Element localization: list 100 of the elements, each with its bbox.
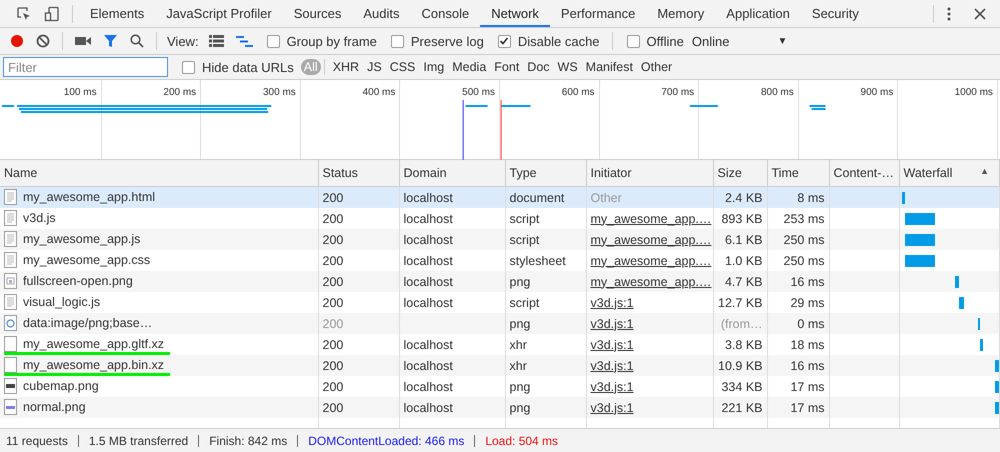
column-header[interactable]: Content-… xyxy=(829,160,899,186)
column-header[interactable]: Name xyxy=(0,160,318,186)
type-filter[interactable]: Other xyxy=(638,59,676,75)
option-checkbox[interactable]: Preserve log xyxy=(390,34,484,48)
table-cell: 4.7 KB xyxy=(713,271,767,292)
table-cell: png xyxy=(505,397,586,418)
column-header[interactable]: Waterfall ▲ xyxy=(899,160,1000,186)
panel-tab[interactable]: Audits xyxy=(352,0,411,27)
column-header[interactable]: Size xyxy=(713,160,767,186)
request-row[interactable]: my_awesome_app.html 200 localhost document Other 2.4 KB 8 ms xyxy=(0,186,1000,208)
panel-tab[interactable]: Security xyxy=(800,0,870,27)
type-filter[interactable]: XHR xyxy=(330,59,362,75)
initiator-link[interactable]: v3d.js:1 xyxy=(590,296,634,310)
time-tick: 600 ms xyxy=(562,87,595,98)
table-cell: png xyxy=(505,313,586,334)
table-cell: 200 xyxy=(318,271,399,292)
close-icon[interactable] xyxy=(974,8,986,20)
document-icon xyxy=(4,210,17,226)
checkmark-icon xyxy=(499,36,510,46)
panel-tab[interactable]: JavaScript Profiler xyxy=(155,0,283,27)
waterfall-bar xyxy=(995,381,998,393)
column-header[interactable]: Type xyxy=(505,160,586,186)
document-icon xyxy=(4,252,17,268)
panel-tab[interactable]: Elements xyxy=(79,0,156,27)
table-cell: localhost xyxy=(404,274,453,288)
request-row[interactable]: normal.png 200 localhost png v3d.js:1 221 KB 17 ms xyxy=(0,397,1000,418)
device-icon[interactable] xyxy=(44,6,60,22)
initiator-link[interactable]: my_awesome_app.… xyxy=(590,254,712,268)
inspect-icon[interactable] xyxy=(16,6,32,22)
panel-tab[interactable]: Application xyxy=(715,0,801,27)
filter-icon[interactable] xyxy=(103,34,118,48)
throttling-dropdown[interactable]: Online ▼ xyxy=(692,34,788,48)
panel-tab[interactable]: Memory xyxy=(646,0,716,27)
request-row[interactable]: fullscreen-open.png 200 localhost png my_awesome_app.… 4.7 KB 16 ms xyxy=(0,271,1000,292)
table-cell: 16 ms xyxy=(767,355,829,376)
type-filter[interactable]: WS xyxy=(554,59,581,75)
offline-checkbox[interactable]: Offline xyxy=(626,34,684,48)
type-filter[interactable]: Doc xyxy=(524,59,553,75)
type-filter[interactable]: Img xyxy=(420,59,448,75)
option-checkbox[interactable]: Group by frame xyxy=(266,34,377,48)
table-cell: 200 xyxy=(318,229,399,250)
panel-tab[interactable]: Console xyxy=(410,0,480,27)
type-filter[interactable]: Font xyxy=(491,59,522,75)
blank-file-icon xyxy=(4,336,17,352)
type-filter[interactable]: Manifest xyxy=(582,59,636,75)
table-cell: localhost xyxy=(404,338,453,352)
table-cell: 250 ms xyxy=(767,229,829,250)
panel-tab[interactable]: Network xyxy=(480,0,550,27)
column-header[interactable]: Time xyxy=(767,160,829,186)
time-tick: 700 ms xyxy=(661,87,694,98)
table-cell: 10.9 KB xyxy=(713,355,767,376)
request-row[interactable]: my_awesome_app.bin.xz 200 localhost xhr v3d.js:1 10.9 KB 16 ms xyxy=(0,355,1000,376)
table-cell: 200 xyxy=(318,313,399,334)
waterfall-bar xyxy=(995,360,998,372)
waterfall-view-icon[interactable] xyxy=(236,36,253,46)
request-row[interactable]: my_awesome_app.js 200 localhost script my_awesome_app.… 6.1 KB 250 ms xyxy=(0,229,1000,250)
table-cell: 221 KB xyxy=(713,397,767,418)
request-row[interactable]: data:image/png;base… 200 png v3d.js:1 (from… 0 ms xyxy=(0,313,1000,334)
waterfall-bar xyxy=(905,255,936,267)
file-name: fullscreen-open.png xyxy=(23,273,133,289)
filter-field[interactable]: Filter xyxy=(3,57,168,77)
column-header[interactable]: Status xyxy=(318,160,399,186)
table-cell: 6.1 KB xyxy=(713,229,767,250)
column-header[interactable]: Initiator xyxy=(586,160,713,186)
option-checkbox[interactable]: Disable cache xyxy=(498,34,600,48)
time-tick: 200 ms xyxy=(163,87,196,98)
document-icon xyxy=(4,189,17,205)
table-cell: 200 xyxy=(318,397,399,418)
list-view-icon[interactable] xyxy=(208,35,224,47)
search-icon[interactable] xyxy=(130,34,144,48)
summary-text: Load: 504 ms xyxy=(485,434,558,448)
record-icon[interactable] xyxy=(10,34,24,48)
type-filter[interactable]: Media xyxy=(449,59,490,75)
table-cell: localhost xyxy=(404,254,453,268)
waterfall-bar xyxy=(995,402,998,414)
view-label: View: xyxy=(167,34,199,48)
image-file-icon xyxy=(4,273,17,289)
panel-tab[interactable]: Sources xyxy=(282,0,352,27)
table-cell: localhost xyxy=(404,380,453,394)
table-cell: (from… xyxy=(713,313,767,334)
clear-icon[interactable] xyxy=(36,34,50,48)
initiator-link[interactable]: v3d.js:1 xyxy=(590,338,634,352)
column-header[interactable]: Domain xyxy=(399,160,505,186)
type-filter[interactable]: JS xyxy=(364,59,385,75)
type-filter[interactable]: CSS xyxy=(386,59,418,75)
more-icon[interactable] xyxy=(946,6,952,22)
summary-text: Finish: 842 ms xyxy=(209,434,288,448)
swatch-thumbnail-icon xyxy=(4,399,17,415)
panel-tab[interactable]: Performance xyxy=(550,0,646,27)
document-icon xyxy=(4,294,17,310)
time-tick: 500 ms xyxy=(462,87,495,98)
file-name: my_awesome_app.html xyxy=(23,189,156,205)
hide-data-urls-checkbox[interactable]: Hide data URLs xyxy=(182,60,294,74)
initiator-link[interactable]: my_awesome_app.… xyxy=(590,212,712,226)
table-cell: localhost xyxy=(404,212,453,226)
time-tick: 400 ms xyxy=(362,87,396,98)
summary-text: 11 requests xyxy=(6,434,68,448)
camera-icon[interactable] xyxy=(75,35,91,47)
waterfall-bar xyxy=(959,297,964,309)
initiator-link[interactable]: v3d.js:1 xyxy=(590,380,634,394)
